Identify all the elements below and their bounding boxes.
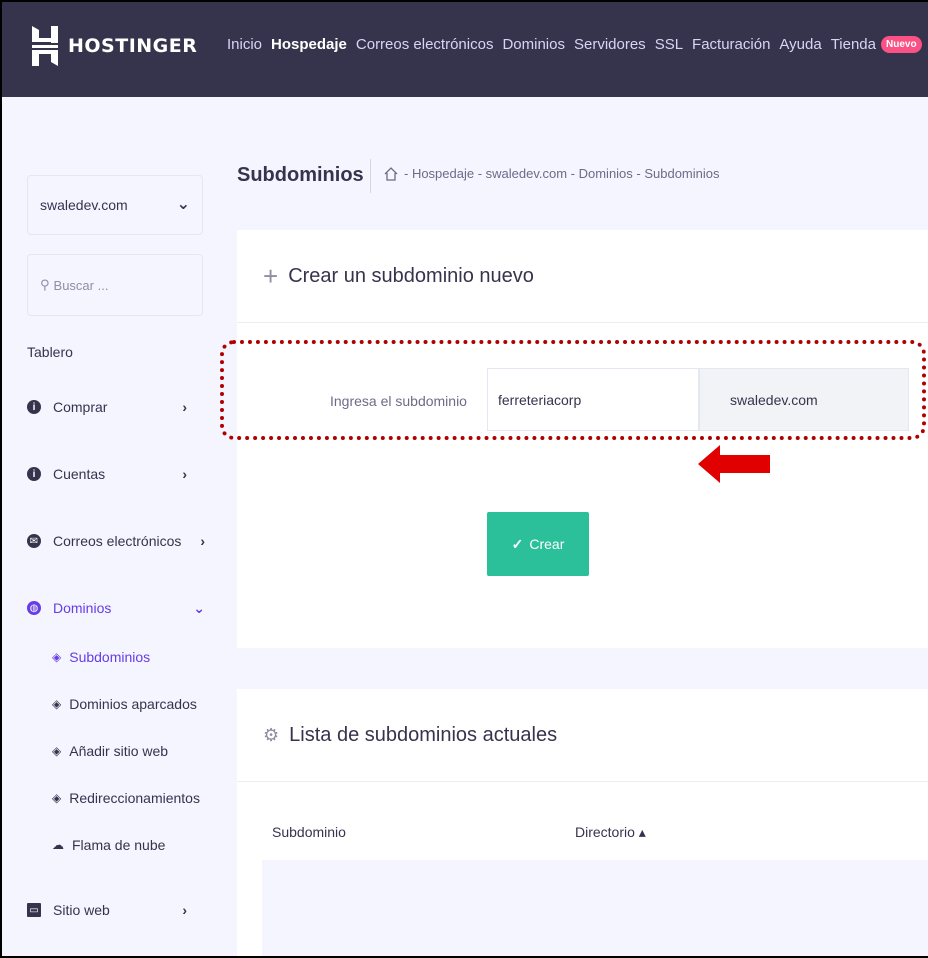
new-badge: Nuevo [881, 36, 922, 53]
list-card-header: ⚙ Lista de subdominios actuales [237, 689, 928, 782]
globe-icon: ◈ [52, 744, 62, 758]
hostinger-logo[interactable]: HOSTINGER [32, 26, 197, 66]
sidebar: swaledev.com ⌄ ⚲ Buscar ... Tablero i Co… [0, 97, 218, 958]
search-icon: ⚲ [40, 277, 50, 292]
sidebar-item-label: Correos electrónicos [53, 533, 182, 549]
page-title: Subdominios [237, 164, 364, 186]
sidebar-item-sitio-web[interactable]: ▭ Sitio web › [27, 902, 187, 918]
chevron-right-icon: › [182, 466, 187, 482]
check-icon: ✓ [511, 535, 524, 552]
sidebar-item-tablero[interactable]: Tablero [27, 344, 73, 360]
nav-servidores[interactable]: Servidores [574, 36, 646, 53]
nav-tienda[interactable]: Tienda [831, 36, 876, 53]
globe-icon: ◈ [52, 791, 62, 805]
breadcrumb-path: - Hospedaje - swaledev.com - Dominios - … [404, 166, 720, 181]
sidebar-item-label: Sitio web [53, 902, 110, 918]
domain-selector[interactable]: swaledev.com ⌄ [27, 175, 203, 235]
domain-suffix-text: swaledev.com [730, 391, 818, 408]
sidebar-subitem-label: Flama de nube [72, 837, 166, 853]
chevron-right-icon: › [182, 399, 187, 415]
column-directorio[interactable]: Directorio ▴ [575, 824, 646, 841]
sidebar-item-comprar[interactable]: i Comprar › [27, 399, 187, 415]
home-icon[interactable] [384, 166, 398, 181]
annotation-arrow-icon [698, 445, 770, 483]
nav-dominios[interactable]: Dominios [502, 36, 565, 53]
create-card-header: + Crear un subdominio nuevo [237, 230, 928, 323]
sidebar-search-input[interactable]: ⚲ Buscar ... [27, 254, 203, 316]
nav-inicio[interactable]: Inicio [227, 36, 262, 53]
subdomain-input[interactable] [487, 368, 699, 431]
sidebar-item-dominios[interactable]: ◍ Dominios ⌄ [27, 600, 205, 616]
gears-icon: ⚙ [263, 724, 280, 745]
info-icon: i [27, 467, 41, 481]
monitor-icon: ▭ [27, 903, 41, 917]
domain-selector-value: swaledev.com [40, 197, 128, 213]
crear-button-label: Crear [529, 536, 565, 552]
table-header: Subdominio Directorio ▴ [262, 824, 928, 860]
plus-icon: + [263, 260, 279, 291]
nav-ssl[interactable]: SSL [655, 36, 683, 53]
sidebar-item-correos[interactable]: ✉ Correos electrónicos › [27, 533, 205, 549]
sidebar-item-label: Dominios [53, 600, 112, 616]
search-placeholder: Buscar ... [53, 277, 109, 293]
nav-facturacion[interactable]: Facturación [692, 36, 770, 53]
main-nav: Inicio Hospedaje Correos electrónicos Do… [227, 36, 922, 53]
cloud-icon: ☁ [52, 838, 64, 852]
brand-name: HOSTINGER [68, 35, 198, 57]
chevron-right-icon: › [200, 533, 205, 549]
column-subdominio[interactable]: Subdominio [272, 824, 346, 840]
nav-ayuda[interactable]: Ayuda [779, 36, 821, 53]
create-subdomain-card: + Crear un subdominio nuevo Ingresa el s… [237, 230, 928, 648]
chevron-down-icon: ⌄ [176, 196, 190, 213]
globe-icon: ◈ [52, 697, 62, 711]
sidebar-subitem-flama-nube[interactable]: ☁ Flama de nube [52, 837, 165, 853]
sidebar-subitem-dominios-aparcados[interactable]: ◈ Dominios aparcados [52, 696, 197, 712]
nav-correos[interactable]: Correos electrónicos [356, 36, 494, 53]
chevron-right-icon: › [182, 902, 187, 918]
domain-suffix: swaledev.com [699, 368, 909, 431]
table-row [262, 860, 928, 958]
info-icon: i [27, 400, 41, 414]
title-divider [370, 159, 371, 193]
sidebar-subitem-label: Añadir sitio web [69, 743, 169, 759]
globe-icon: ◈ [52, 650, 62, 664]
sidebar-subitem-label: Dominios aparcados [69, 696, 197, 712]
globe-icon: ◍ [27, 601, 41, 615]
sidebar-subitem-label: Redireccionamientos [69, 790, 200, 806]
subdomain-label: Ingresa el subdominio [330, 393, 467, 409]
chevron-down-icon: ⌄ [193, 599, 205, 616]
sidebar-subitem-redirecciones[interactable]: ◈ Redireccionamientos [52, 790, 200, 806]
crear-button[interactable]: ✓ Crear [487, 512, 589, 576]
nav-hospedaje[interactable]: Hospedaje [271, 36, 347, 53]
sidebar-subitem-label: Subdominios [69, 649, 151, 665]
create-card-title: Crear un subdominio nuevo [288, 264, 534, 287]
sidebar-subitem-anadir-sitio[interactable]: ◈ Añadir sitio web [52, 743, 168, 759]
sidebar-item-label: Cuentas [53, 466, 106, 482]
mail-icon: ✉ [27, 534, 41, 548]
list-card-title: Lista de subdominios actuales [289, 723, 558, 746]
sidebar-item-label: Comprar [53, 399, 108, 415]
sidebar-item-cuentas[interactable]: i Cuentas › [27, 466, 187, 482]
hostinger-logo-icon [32, 26, 58, 66]
breadcrumb: - Hospedaje - swaledev.com - Dominios - … [384, 166, 720, 181]
sidebar-subitem-subdominios[interactable]: ◈ Subdominios [52, 649, 150, 665]
top-navbar: HOSTINGER Inicio Hospedaje Correos elect… [0, 0, 928, 97]
